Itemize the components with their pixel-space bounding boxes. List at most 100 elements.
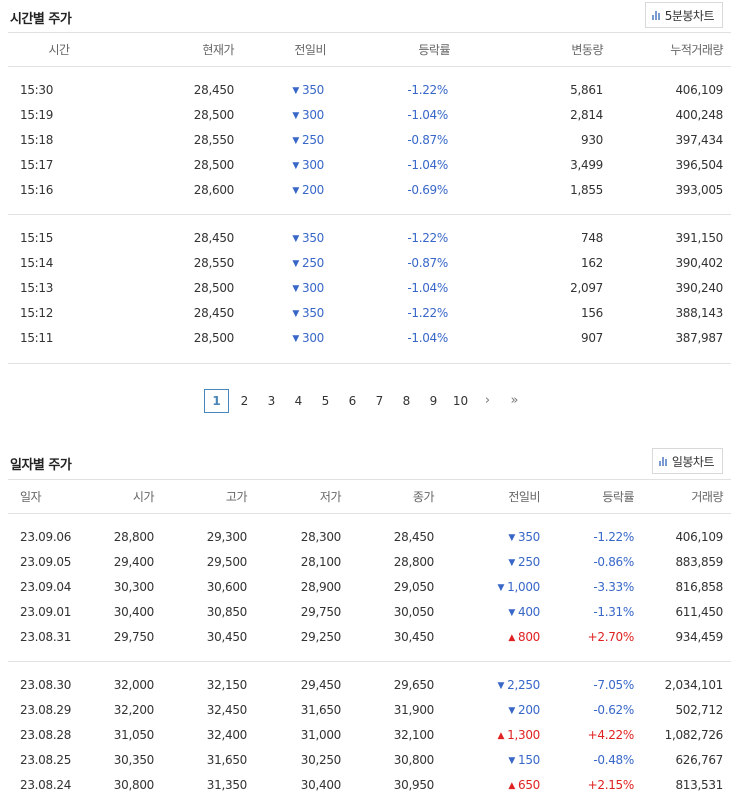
- page-link-5[interactable]: 5: [312, 389, 339, 413]
- date-cell: 23.08.29: [20, 703, 72, 717]
- pagination: 1 2 3 4 5 6 7 8 9 10 ›»: [204, 389, 528, 413]
- rate-cell: +2.15%: [587, 778, 635, 792]
- change-value: 300: [301, 331, 324, 345]
- col-change: 전일비: [442, 479, 548, 514]
- table-row: 15:13 28,500 ▼ 300 -1.04% 2,097 390,240: [8, 276, 731, 301]
- rate-cell: -1.31%: [593, 605, 634, 619]
- page-link-6[interactable]: 6: [339, 389, 366, 413]
- open-cell: 32,200: [113, 703, 155, 717]
- cumulative-volume-cell: 390,240: [675, 281, 723, 295]
- triangle-down-icon: ▼: [292, 234, 299, 244]
- five-min-chart-button[interactable]: 5분봉차트: [644, 2, 723, 28]
- open-cell: 30,350: [113, 753, 155, 767]
- change-cell: ▼ 250: [242, 251, 366, 276]
- table-row: 15:12 28,450 ▼ 350 -1.22% 156 388,143: [8, 301, 731, 326]
- col-rate: 등락률: [366, 32, 490, 67]
- col-time: 시간: [8, 32, 110, 67]
- volume-change-cell: 3,499: [570, 158, 603, 172]
- open-cell: 29,750: [113, 630, 155, 644]
- cumulative-volume-cell: 406,109: [675, 83, 723, 97]
- table-row: 23.08.28 31,050 32,400 31,000 32,100 ▲ 1,300 +4…: [8, 723, 731, 748]
- triangle-down-icon: ▼: [292, 161, 299, 171]
- price-cell: 28,600: [193, 183, 235, 197]
- page-link-8[interactable]: 8: [393, 389, 420, 413]
- open-cell: 30,300: [113, 580, 155, 594]
- volume-change-cell: 1,855: [570, 183, 603, 197]
- triangle-down-icon: ▼: [292, 334, 299, 344]
- page-link-4[interactable]: 4: [285, 389, 312, 413]
- price-cell: 28,500: [193, 108, 235, 122]
- change-cell: ▼ 300: [242, 326, 366, 351]
- time-cell: 15:15: [20, 231, 54, 245]
- change-value: 200: [517, 703, 540, 717]
- table-row: 15:15 28,450 ▼ 350 -1.22% 748 391,150: [8, 226, 731, 251]
- volume-cell: 626,767: [675, 753, 723, 767]
- change-cell: ▼ 350: [242, 301, 366, 326]
- triangle-down-icon: ▼: [497, 681, 505, 691]
- volume-cell: 813,531: [675, 778, 723, 792]
- low-cell: 31,000: [300, 728, 342, 742]
- volume-cell: 406,109: [675, 530, 723, 544]
- page-link-1[interactable]: 1: [204, 389, 229, 413]
- time-price-header-row: 시간 현재가 전일비 등락률 변동량 누적거래량: [8, 32, 731, 67]
- table-row: 23.09.05 29,400 29,500 28,100 28,800 ▼ 250 -0.8…: [8, 550, 731, 575]
- daily-price-header: 일자별 주가 일봉차트: [8, 448, 723, 478]
- daily-chart-label: 일봉차트: [671, 454, 715, 469]
- volume-change-cell: 162: [580, 256, 603, 270]
- triangle-up-icon: ▲: [497, 731, 505, 741]
- col-date: 일자: [8, 479, 86, 514]
- change-value: 400: [517, 605, 540, 619]
- triangle-down-icon: ▼: [497, 583, 505, 593]
- date-cell: 23.09.04: [20, 580, 72, 594]
- last-page-icon[interactable]: »: [501, 389, 528, 413]
- high-cell: 32,150: [206, 678, 248, 692]
- high-cell: 32,400: [206, 728, 248, 742]
- page-link-7[interactable]: 7: [366, 389, 393, 413]
- low-cell: 28,100: [300, 555, 342, 569]
- volume-change-cell: 748: [580, 231, 603, 245]
- change-cell: ▼ 350: [242, 226, 366, 251]
- triangle-down-icon: ▼: [292, 111, 299, 121]
- volume-cell: 816,858: [675, 580, 723, 594]
- page-link-9[interactable]: 9: [420, 389, 447, 413]
- bar-chart-icon: [651, 10, 660, 20]
- table-row: 15:16 28,600 ▼ 200 -0.69% 1,855 393,005: [8, 178, 731, 203]
- change-value: 350: [301, 231, 324, 245]
- low-cell: 29,450: [300, 678, 342, 692]
- col-low: 저가: [255, 479, 349, 514]
- col-open: 시가: [86, 479, 162, 514]
- time-cell: 15:13: [20, 281, 54, 295]
- open-cell: 30,800: [113, 778, 155, 792]
- change-value: 1,300: [507, 728, 540, 742]
- high-cell: 29,300: [206, 530, 248, 544]
- page-link-3[interactable]: 3: [258, 389, 285, 413]
- rate-cell: -1.22%: [407, 306, 448, 320]
- date-cell: 23.09.01: [20, 605, 72, 619]
- triangle-down-icon: ▼: [508, 608, 515, 618]
- next-page-icon[interactable]: ›: [474, 389, 501, 413]
- high-cell: 29,500: [206, 555, 248, 569]
- cumulative-volume-cell: 390,402: [675, 256, 723, 270]
- close-cell: 30,450: [393, 630, 435, 644]
- price-cell: 28,500: [193, 158, 235, 172]
- rate-cell: -1.04%: [407, 158, 448, 172]
- volume-change-cell: 2,814: [570, 108, 603, 122]
- triangle-down-icon: ▼: [292, 284, 299, 294]
- daily-chart-button[interactable]: 일봉차트: [651, 448, 723, 474]
- rate-cell: -1.22%: [407, 83, 448, 97]
- high-cell: 30,600: [206, 580, 248, 594]
- volume-change-cell: 5,861: [570, 83, 603, 97]
- triangle-down-icon: ▼: [292, 259, 299, 269]
- rate-cell: -3.33%: [593, 580, 634, 594]
- page-link-2[interactable]: 2: [231, 389, 258, 413]
- triangle-down-icon: ▼: [292, 86, 299, 96]
- open-cell: 29,400: [113, 555, 155, 569]
- time-cell: 15:11: [20, 331, 54, 345]
- change-value: 250: [517, 555, 540, 569]
- change-cell: ▼ 200: [242, 178, 366, 203]
- price-cell: 28,550: [193, 133, 235, 147]
- page-link-10[interactable]: 10: [447, 389, 474, 413]
- change-cell: ▼ 300: [242, 103, 366, 128]
- cumulative-volume-cell: 397,434: [675, 133, 723, 147]
- rate-cell: +4.22%: [587, 728, 635, 742]
